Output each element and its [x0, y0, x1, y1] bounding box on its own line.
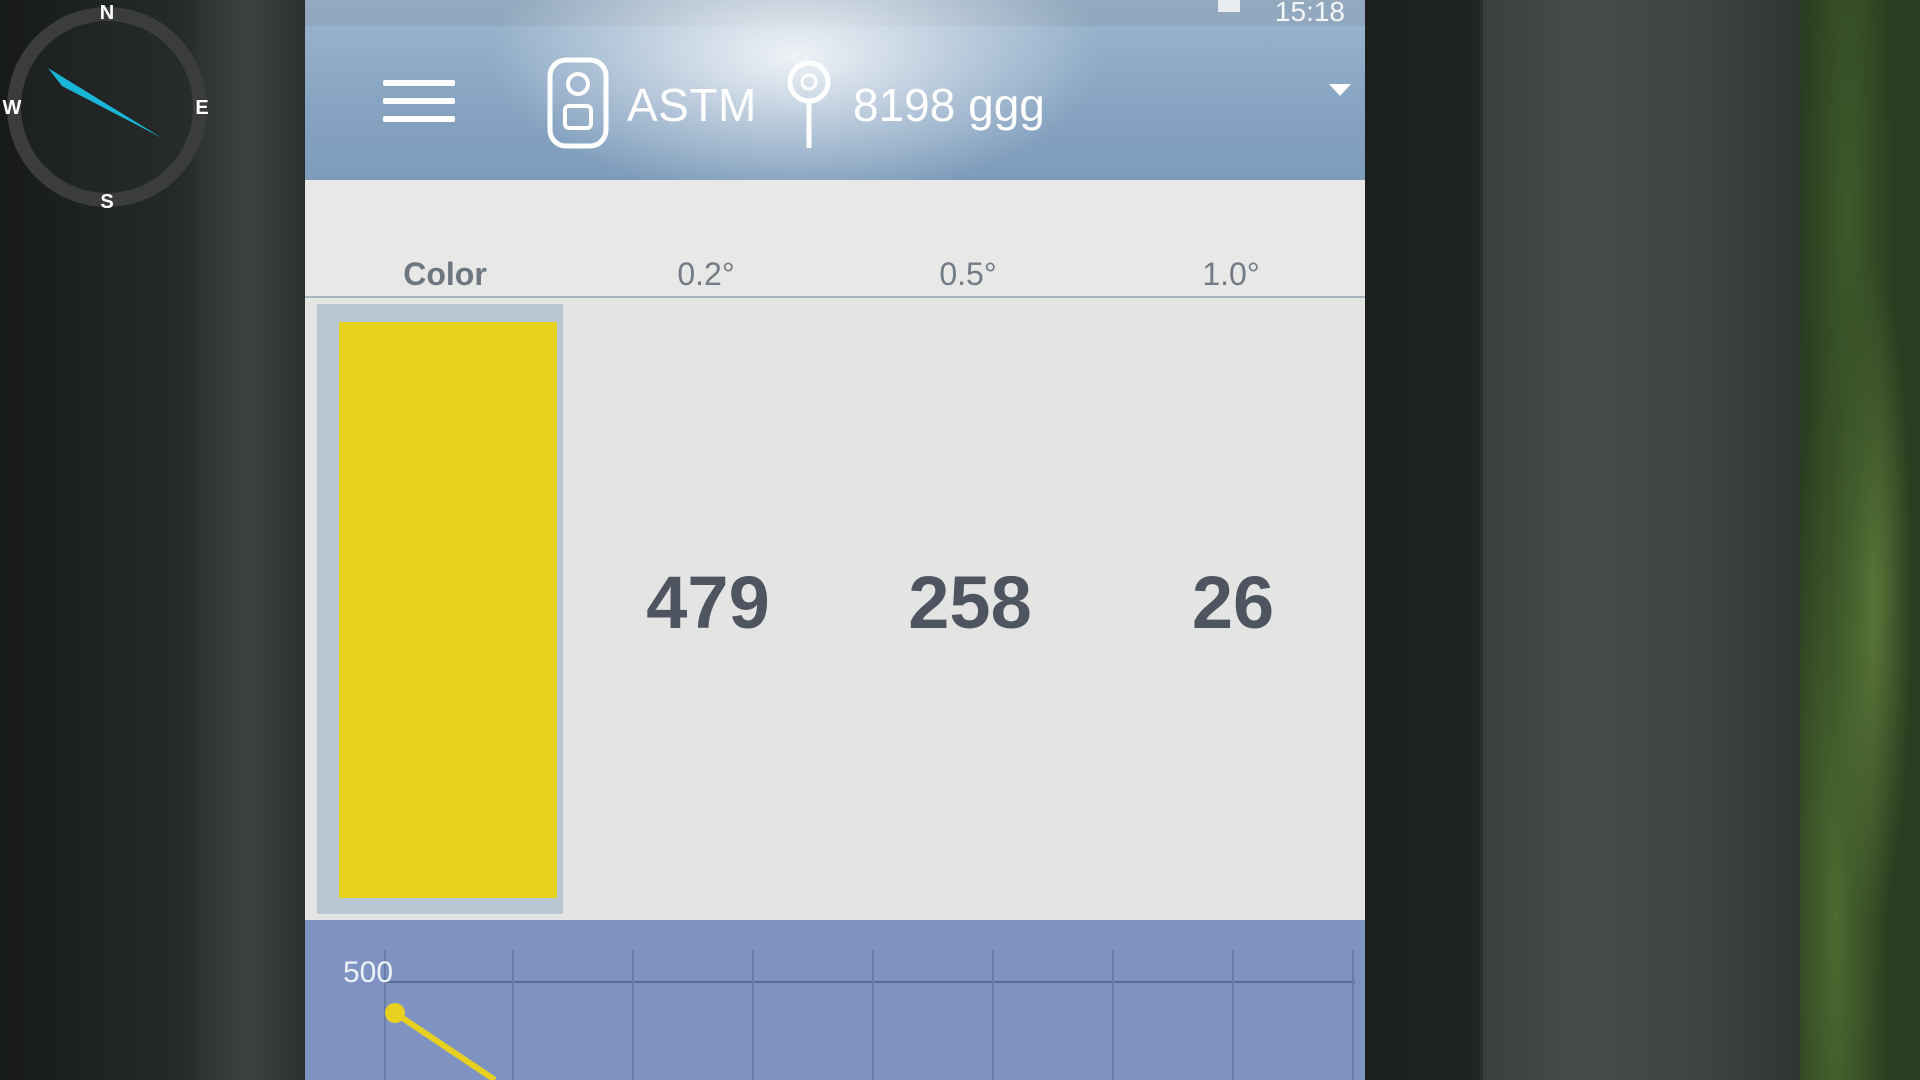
device-bezel-right: [1365, 0, 1485, 1080]
graph-line: [393, 1010, 497, 1080]
device-screen: 15:18 ASTM 8198 ggg Color 0.2° 0.5° 1.0°…: [305, 0, 1365, 1080]
column-header-color: Color: [403, 256, 487, 292]
background-foliage: [1800, 0, 1920, 1080]
table-header-row: Color 0.2° 0.5° 1.0°: [305, 180, 1365, 298]
graph-panel: 500: [305, 920, 1365, 1080]
device-icon[interactable]: [545, 56, 611, 150]
compass-south: S: [100, 191, 114, 213]
column-header-0-5: 0.5°: [939, 256, 997, 292]
compass: N S E W: [0, 0, 215, 215]
app-bar: 15:18 ASTM 8198 ggg: [305, 0, 1365, 200]
compass-north: N: [99, 2, 115, 24]
column-header-1-0: 1.0°: [1202, 256, 1260, 292]
color-swatch: [339, 322, 557, 898]
value-0-2: 479: [646, 561, 770, 644]
menu-icon[interactable]: [383, 80, 455, 132]
graph-point: [385, 1003, 405, 1023]
graph-vertical-gridlines: [384, 950, 1354, 1080]
device-housing-right: [1480, 0, 1803, 1080]
sample-name[interactable]: 8198 ggg: [853, 78, 1045, 132]
measurement-row[interactable]: 479 258 26: [305, 298, 1365, 920]
standard-label[interactable]: ASTM: [627, 78, 757, 132]
y-axis-tick-label: 500: [343, 956, 394, 989]
compass-ring: [7, 7, 207, 207]
column-header-0-2: 0.2°: [677, 256, 735, 292]
status-time: 15:18: [1274, 0, 1345, 27]
pin-icon[interactable]: [783, 58, 835, 150]
dropdown-arrow-icon[interactable]: [1329, 84, 1351, 96]
value-1-0: 26: [1191, 561, 1275, 644]
battery-icon: [1218, 0, 1240, 12]
compass-west: W: [2, 97, 22, 119]
value-0-5: 258: [908, 561, 1032, 644]
compass-east: E: [195, 97, 209, 119]
graph-plot: [384, 950, 1355, 1080]
